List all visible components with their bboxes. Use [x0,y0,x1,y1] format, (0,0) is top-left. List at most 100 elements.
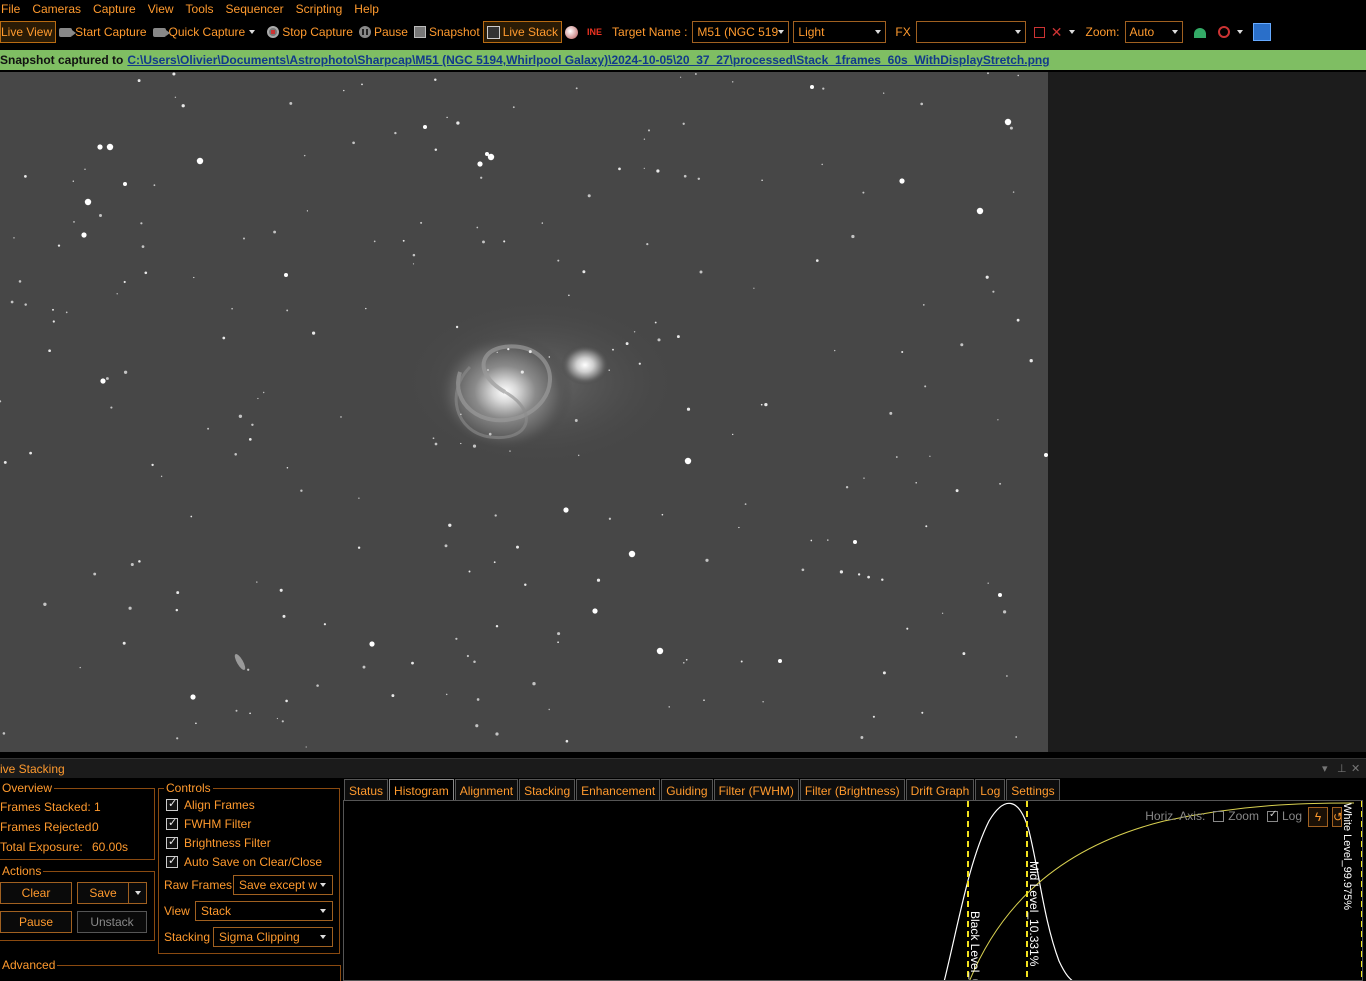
save-button[interactable]: Save [77,882,129,904]
pause-stack-button[interactable]: Pause [0,911,72,933]
astro-image [0,72,1048,752]
raw-frames-select[interactable]: Save except w [233,875,333,895]
align-frames-checkbox[interactable]: Align Frames [166,797,255,812]
mid-level-text: Mid Level_10.331% [1027,861,1041,967]
checkbox-checked-icon [166,816,178,830]
advanced-title: Advanced [0,958,58,972]
view-label: View [164,904,190,918]
target-name-combo[interactable]: M51 (NGC 519 [692,21,790,43]
fx-combo[interactable] [915,21,1026,43]
auto-stretch-button[interactable]: ϟ [1308,807,1328,827]
pause-button[interactable]: Pause [356,21,411,43]
log-checkbox[interactable] [1266,809,1278,822]
stacking-label: Stacking [164,930,211,944]
menu-bar: File Cameras Capture View Tools Sequence… [0,0,1366,18]
start-capture-button[interactable]: Start Capture [56,21,149,43]
quick-capture-button[interactable]: Quick Capture [150,21,265,43]
overview-group: Overview Frames Stacked: 1 Frames Reject… [0,781,155,860]
dark-flat-button[interactable] [562,21,584,43]
status-bar: Snapshot captured to C:\Users\Olivier\Do… [0,50,1366,70]
snapshot-path-link[interactable]: C:\Users\Olivier\Documents\Astrophoto\Sh… [127,53,1049,67]
menu-scripting[interactable]: Scripting [290,1,349,17]
view-select[interactable]: Stack [195,901,333,921]
roi-icon[interactable] [1033,26,1045,38]
tab-guiding[interactable]: Guiding [661,779,713,801]
fwhm-filter-checkbox[interactable]: FWHM Filter [166,816,251,831]
toolbar: Live View Start Capture Quick Capture St… [0,19,1366,45]
tab-drift-graph[interactable]: Drift Graph [905,779,975,801]
tab-alignment[interactable]: Alignment [454,779,519,801]
histogram-icon[interactable] [1193,26,1207,38]
menu-cameras[interactable]: Cameras [26,1,87,17]
menu-sequencer[interactable]: Sequencer [220,1,290,17]
chevron-down-icon[interactable]: ▾ [1322,762,1328,775]
frame-type-combo[interactable]: Light [793,21,887,43]
tab-settings[interactable]: Settings [1006,779,1060,801]
pin-icon[interactable]: ⊥ [1337,762,1347,775]
stacking-select[interactable]: Sigma Clipping [213,927,333,947]
clear-button[interactable]: Clear [0,882,72,904]
chevron-down-icon [1014,30,1021,34]
chevron-down-icon [320,883,326,887]
unstack-button[interactable]: Unstack [77,911,147,933]
actions-title: Actions [0,864,44,878]
live-stack-button[interactable]: Live Stack [482,21,563,43]
chevron-down-icon [875,30,882,34]
reset-button[interactable]: ↺ [1332,807,1342,827]
menu-file[interactable]: File [0,1,26,17]
menu-tools[interactable]: Tools [180,1,220,17]
tab-enhancement[interactable]: Enhancement [576,779,661,801]
brightness-filter-checkbox[interactable]: Brightness Filter [166,835,271,850]
horiz-axis-options: Horiz. Axis: Zoom Log [1145,809,1302,824]
chevron-down-icon[interactable] [1068,30,1075,34]
menu-help[interactable]: Help [348,1,385,17]
stop-capture-button[interactable]: Stop Capture [264,21,356,43]
chevron-down-icon [320,935,326,939]
controls-group: Controls Align Frames FWHM Filter Bright… [158,781,340,954]
live-stack-tabs: Status Histogram Alignment Stacking Enha… [344,779,1061,802]
snapshot-button[interactable]: Snapshot [411,21,483,43]
auto-save-checkbox[interactable]: Auto Save on Clear/Close [166,854,322,869]
chevron-down-icon[interactable] [249,30,256,34]
frames-rejected-label: Frames Rejected: [0,820,95,834]
tab-histogram[interactable]: Histogram [389,779,454,802]
zoom-combo[interactable]: Auto [1124,21,1183,43]
checkbox-checked-icon [166,835,178,849]
chevron-down-icon[interactable] [1236,30,1243,34]
tab-log[interactable]: Log [975,779,1006,801]
sensor-analysis-button[interactable]: INE [584,21,607,43]
close-icon[interactable]: ✕ [1351,762,1360,775]
image-view[interactable] [0,72,1048,752]
frames-rejected-value: 0 [92,820,99,834]
menu-view[interactable]: View [142,1,180,17]
black-level-text: Black Level_0 [968,911,982,981]
target-name-label: Target Name : [612,25,688,39]
total-exposure-value: 60.00s [92,840,129,854]
tab-filter-fwhm[interactable]: Filter (FWHM) [713,779,799,801]
live-stack-icon [486,25,500,39]
tab-stacking[interactable]: Stacking [519,779,576,801]
menu-capture[interactable]: Capture [87,1,142,17]
zoom-checkbox[interactable] [1213,810,1225,822]
right-pane [1048,72,1366,752]
total-exposure-label: Total Exposure: [0,840,83,854]
frames-stacked-value: 1 [94,800,101,814]
tab-filter-brightness[interactable]: Filter (Brightness) [799,779,905,801]
save-dropdown-button[interactable] [128,882,147,904]
stop-icon [267,26,280,38]
panel-title: ive Stacking [0,761,65,776]
flat-frame-icon [565,25,579,39]
reset-icon: ↺ [1333,810,1341,824]
reticle-icon[interactable]: ✕ [1051,24,1063,41]
histogram-area[interactable]: Black Level_0 Mid Level_10.331% White Le… [343,800,1363,981]
frames-stacked-label: Frames Stacked: [0,800,91,814]
magnifier-icon[interactable] [1217,26,1230,38]
plug-icon[interactable] [1252,23,1271,41]
checkbox-checked-icon [166,797,178,811]
pause-icon [358,26,371,38]
histogram-chart: Black Level_0 Mid Level_10.331% White Le… [943,801,1362,981]
chevron-down-icon [778,30,785,34]
live-view-button[interactable]: Live View [0,21,57,43]
tag-icon: INE [587,27,603,37]
tab-status[interactable]: Status [344,779,389,801]
